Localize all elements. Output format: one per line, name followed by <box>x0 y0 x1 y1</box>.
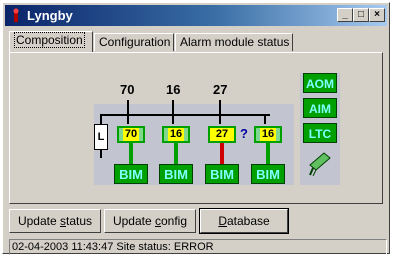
line-module-1-value: 70 <box>122 128 140 141</box>
tab-composition[interactable]: Composition <box>9 31 93 52</box>
status-text: 02-04-2003 11:43:47 Site status: ERROR <box>12 241 214 253</box>
line-module-4[interactable]: 16 <box>254 126 282 143</box>
line-module-3[interactable]: 27 <box>208 126 236 143</box>
update-status-label-post: tatus <box>66 214 93 228</box>
left-module[interactable]: L <box>94 124 108 150</box>
line-module-4-value: 16 <box>259 128 277 141</box>
left-module-label: L <box>97 131 105 143</box>
update-config-button[interactable]: Update config <box>104 209 196 233</box>
bim-2[interactable]: BIM <box>159 164 193 184</box>
line-module-2[interactable]: 16 <box>162 126 190 143</box>
title-bar[interactable]: Lyngby _ □ × <box>5 5 387 26</box>
tab-composition-label: Composition <box>14 32 85 48</box>
card-module-icon[interactable] <box>306 149 334 177</box>
database-mnemonic: D <box>218 214 227 228</box>
minimize-button[interactable]: _ <box>337 8 353 22</box>
app-icon <box>13 8 19 22</box>
drop-wire-3 <box>219 100 221 124</box>
tab-configuration[interactable]: Configuration <box>94 33 174 51</box>
update-config-label-post: onfig <box>161 214 188 228</box>
bim-1[interactable]: BIM <box>114 164 148 184</box>
update-config-label-pre: Update <box>112 214 155 228</box>
tab-configuration-label: Configuration <box>99 35 171 49</box>
update-status-button[interactable]: Update status <box>9 209 101 233</box>
left-module-wire <box>100 150 102 158</box>
bim-3[interactable]: BIM <box>205 164 239 184</box>
link-2 <box>174 143 178 165</box>
tab-alarm-label: Alarm module status <box>180 35 290 49</box>
bus-line <box>100 114 270 116</box>
ltc-module[interactable]: LTC <box>303 123 337 143</box>
line-module-2-value: 16 <box>167 128 185 141</box>
update-status-label-pre: Update <box>17 214 60 228</box>
status-bar: 02-04-2003 11:43:47 Site status: ERROR <box>9 239 387 255</box>
tab-alarm-module-status[interactable]: Alarm module status <box>175 33 293 51</box>
top-value-3: 27 <box>213 82 228 97</box>
link-4 <box>266 143 270 165</box>
aom-module[interactable]: AOM <box>303 73 337 93</box>
link-3 <box>220 143 224 165</box>
database-label-post: atabase <box>226 214 270 228</box>
drop-wire-left <box>100 114 102 124</box>
top-value-1: 70 <box>120 82 135 97</box>
link-1 <box>129 143 133 165</box>
drop-wire-2 <box>172 100 174 124</box>
aim-module[interactable]: AIM <box>303 98 337 118</box>
drop-wire-4 <box>264 114 266 124</box>
close-button[interactable]: × <box>369 8 385 22</box>
main-window: Lyngby _ □ × Composition Configuration A… <box>2 2 390 255</box>
maximize-button[interactable]: □ <box>353 8 369 22</box>
line-module-1[interactable]: 70 <box>117 126 145 143</box>
database-button[interactable]: Database <box>199 208 289 234</box>
top-value-2: 16 <box>166 82 181 97</box>
line-module-3-value: 27 <box>215 128 229 140</box>
bim-4[interactable]: BIM <box>251 164 285 184</box>
window-title: Lyngby <box>27 8 73 23</box>
drop-wire-1 <box>127 100 129 124</box>
unknown-marker: ? <box>240 126 248 141</box>
